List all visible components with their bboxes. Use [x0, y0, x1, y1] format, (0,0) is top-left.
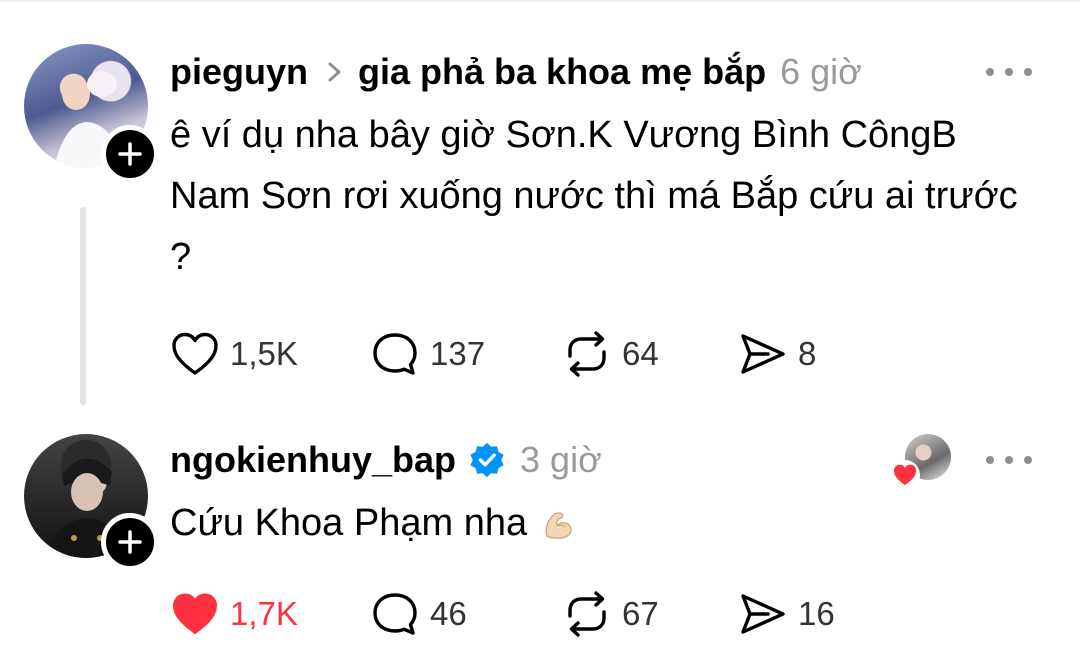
repost-button[interactable]: 67 — [562, 590, 738, 638]
username[interactable]: ngokienhuy_bap — [170, 439, 456, 481]
more-icon[interactable] — [986, 62, 1032, 82]
action-bar: 1,7K 46 67 16 — [170, 590, 858, 638]
repost-icon — [568, 331, 606, 377]
plus-icon — [118, 142, 142, 166]
plus-icon — [118, 530, 142, 554]
share-button[interactable]: 16 — [738, 590, 858, 638]
repost-icon — [568, 591, 606, 637]
follow-button[interactable] — [101, 125, 159, 183]
share-count: 8 — [798, 335, 817, 372]
repost-button[interactable]: 64 — [562, 330, 738, 378]
more-icon[interactable] — [986, 450, 1032, 470]
reply-icon — [373, 593, 417, 635]
reply-count: 46 — [430, 595, 467, 632]
reply-count: 137 — [430, 335, 486, 372]
post-header: pieguyn gia phả ba khoa mẹ bắp 6 giờ — [170, 46, 862, 98]
post-text: Cứu Khoa Phạm nha — [170, 493, 1040, 554]
reply-button[interactable]: 46 — [370, 590, 562, 638]
username[interactable]: pieguyn — [170, 51, 308, 93]
share-icon — [741, 334, 785, 374]
action-bar: 1,5K 137 64 8 — [170, 330, 858, 378]
post-time: 3 giờ — [520, 439, 602, 480]
thread-post: pieguyn gia phả ba khoa mẹ bắp 6 giờ ê v… — [0, 0, 1080, 420]
like-button[interactable]: 1,7K — [170, 590, 370, 638]
post-header: ngokienhuy_bap 3 giờ — [170, 434, 602, 486]
follow-button[interactable] — [101, 513, 159, 571]
flexed-biceps-icon — [545, 512, 572, 539]
community-name[interactable]: gia phả ba khoa mẹ bắp — [358, 51, 766, 93]
heart-icon — [172, 332, 218, 375]
thread-line — [80, 207, 86, 405]
share-icon — [741, 594, 785, 634]
share-button[interactable]: 8 — [738, 330, 858, 378]
chevron-right-icon — [326, 61, 344, 83]
like-count: 1,7K — [230, 595, 298, 632]
repost-count: 67 — [622, 595, 659, 632]
verified-badge-icon — [468, 441, 506, 479]
thread-reply-post: ngokienhuy_bap 3 giờ Cứu Khoa Phạm nha 1… — [0, 420, 1080, 662]
heart-filled-icon — [173, 593, 217, 634]
post-text-body: Cứu Khoa Phạm nha — [170, 502, 528, 544]
reply-icon — [373, 333, 417, 375]
post-text: ê ví dụ nha bây giờ Sơn.K Vương Bình Côn… — [170, 114, 1018, 278]
post-time: 6 giờ — [780, 51, 862, 92]
like-button[interactable]: 1,5K — [170, 330, 370, 378]
heart-icon — [890, 460, 920, 490]
reply-button[interactable]: 137 — [370, 330, 562, 378]
like-count: 1,5K — [230, 335, 298, 372]
share-count: 16 — [798, 595, 835, 632]
repost-count: 64 — [622, 335, 659, 372]
